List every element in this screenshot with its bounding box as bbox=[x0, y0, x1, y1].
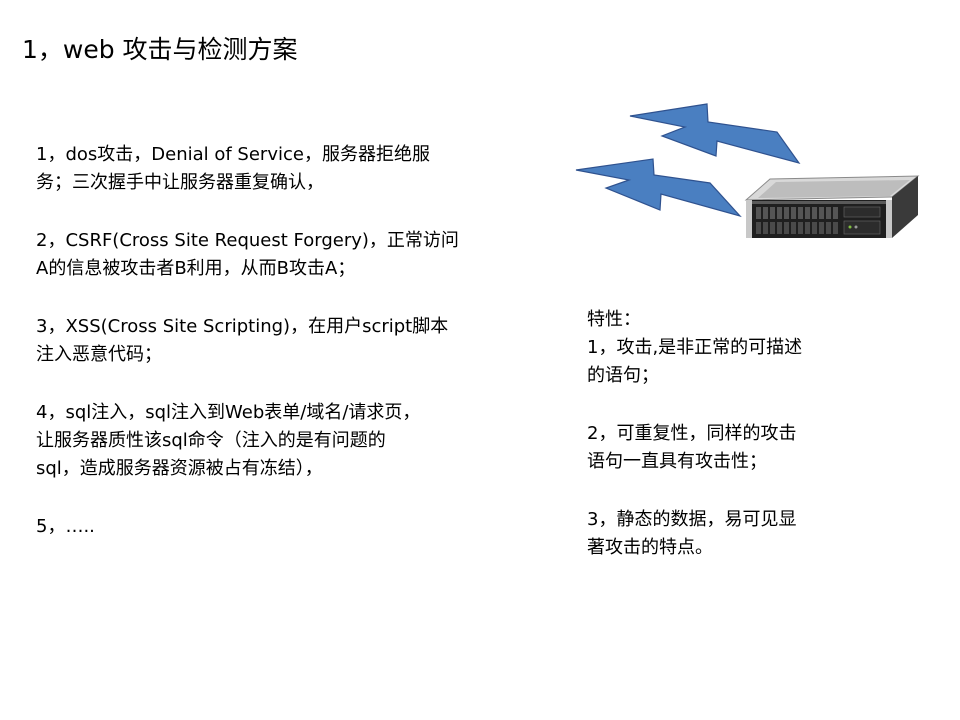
slide-title: 1，web 攻击与检测方案 bbox=[22, 35, 298, 64]
attack-item-more: 5，….. bbox=[36, 513, 536, 541]
features-heading: 特性： bbox=[587, 309, 641, 330]
feature-item: 1，攻击,是非正常的可描述 的语句； bbox=[587, 334, 887, 390]
lightning-bolt-icon bbox=[629, 103, 801, 165]
attack-line: 让服务器质性该sql命令（注入的是有问题的 bbox=[36, 430, 386, 451]
attack-line: 2，CSRF(Cross Site Request Forgery)，正常访问 bbox=[36, 230, 459, 251]
attack-line: 3，XSS(Cross Site Scripting)，在用户script脚本 bbox=[36, 316, 449, 337]
lightning-bolt-icon bbox=[575, 158, 742, 218]
attack-line: A的信息被攻击者B利用，从而B攻击A； bbox=[36, 258, 356, 279]
feature-line: 著攻击的特点。 bbox=[587, 537, 713, 558]
attack-illustration bbox=[570, 100, 930, 250]
feature-line: 1，攻击,是非正常的可描述 bbox=[587, 337, 803, 358]
attack-line: 务；三次握手中让服务器重复确认， bbox=[36, 172, 324, 193]
attack-line: sql，造成服务器资源被占有冻结）， bbox=[36, 458, 323, 479]
attack-line: 注入恶意代码； bbox=[36, 344, 162, 365]
feature-item: 2，可重复性，同样的攻击 语句一直具有攻击性； bbox=[587, 420, 887, 476]
attack-line: 4，sql注入，sql注入到Web表单/域名/请求页， bbox=[36, 402, 421, 423]
features-list: 特性： 1，攻击,是非正常的可描述 的语句； 2，可重复性，同样的攻击 语句一直… bbox=[587, 306, 887, 562]
rack-server-icon bbox=[744, 175, 920, 238]
attack-line: 1，dos攻击，Denial of Service，服务器拒绝服 bbox=[36, 144, 430, 165]
slide: 1，web 攻击与检测方案 1，dos攻击，Denial of Service，… bbox=[0, 0, 960, 720]
feature-line: 的语句； bbox=[587, 365, 659, 386]
attack-item-sql-injection: 4，sql注入，sql注入到Web表单/域名/请求页， 让服务器质性该sql命令… bbox=[36, 399, 536, 483]
attack-item-csrf: 2，CSRF(Cross Site Request Forgery)，正常访问 … bbox=[36, 227, 536, 283]
attack-item-xss: 3，XSS(Cross Site Scripting)，在用户script脚本 … bbox=[36, 313, 536, 369]
feature-line: 2，可重复性，同样的攻击 bbox=[587, 423, 797, 444]
attack-item-dos: 1，dos攻击，Denial of Service，服务器拒绝服 务；三次握手中… bbox=[36, 141, 536, 197]
feature-line: 3，静态的数据，易可见显 bbox=[587, 509, 797, 530]
attack-list: 1，dos攻击，Denial of Service，服务器拒绝服 务；三次握手中… bbox=[36, 141, 536, 571]
attack-line: 5，….. bbox=[36, 516, 95, 537]
feature-line: 语句一直具有攻击性； bbox=[587, 451, 767, 472]
feature-item: 3，静态的数据，易可见显 著攻击的特点。 bbox=[587, 506, 887, 562]
